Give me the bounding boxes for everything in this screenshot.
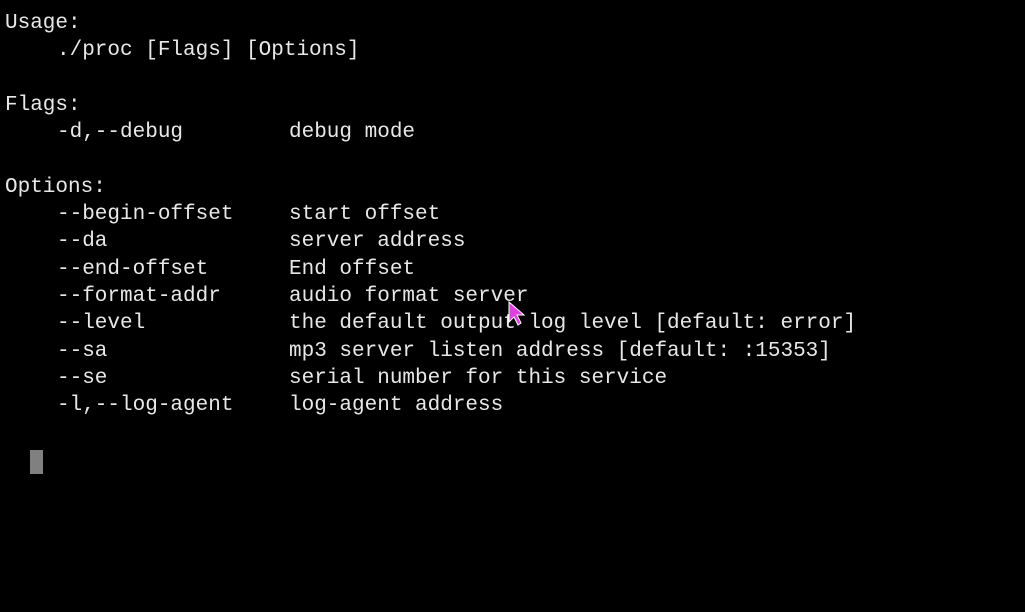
usage-header: Usage: [5,10,1025,37]
option-name: --format-addr [57,283,289,310]
option-row: --begin-offset start offset [5,201,1025,228]
options-header: Options: [5,174,1025,201]
option-name: --da [57,228,289,255]
flag-name: -d,--debug [57,119,289,146]
option-row: -l,--log-agent log-agent address [5,392,1025,419]
option-name: -l,--log-agent [57,392,289,419]
terminal-cursor [30,450,43,474]
option-name: --level [57,310,289,337]
option-row: --se serial number for this service [5,365,1025,392]
option-desc: the default output log level [default: e… [289,310,856,337]
blank-line [5,146,1025,173]
option-name: --se [57,365,289,392]
blank-line [5,65,1025,92]
option-desc: mp3 server listen address [default: :153… [289,338,831,365]
flag-desc: debug mode [289,119,415,146]
option-desc: serial number for this service [289,365,667,392]
option-name: --sa [57,338,289,365]
usage-command: ./proc [Flags] [Options] [5,37,1025,64]
prompt-line[interactable] [5,419,1025,474]
option-desc: End offset [289,256,415,283]
option-desc: audio format server [289,283,528,310]
option-desc: log-agent address [289,392,503,419]
option-row: --sa mp3 server listen address [default:… [5,338,1025,365]
option-row: --level the default output log level [de… [5,310,1025,337]
option-row: --format-addr audio format server [5,283,1025,310]
option-row: --da server address [5,228,1025,255]
option-desc: start offset [289,201,440,228]
flags-header: Flags: [5,92,1025,119]
option-row: --end-offset End offset [5,256,1025,283]
flag-row: -d,--debug debug mode [5,119,1025,146]
option-desc: server address [289,228,465,255]
option-name: --begin-offset [57,201,289,228]
option-name: --end-offset [57,256,289,283]
